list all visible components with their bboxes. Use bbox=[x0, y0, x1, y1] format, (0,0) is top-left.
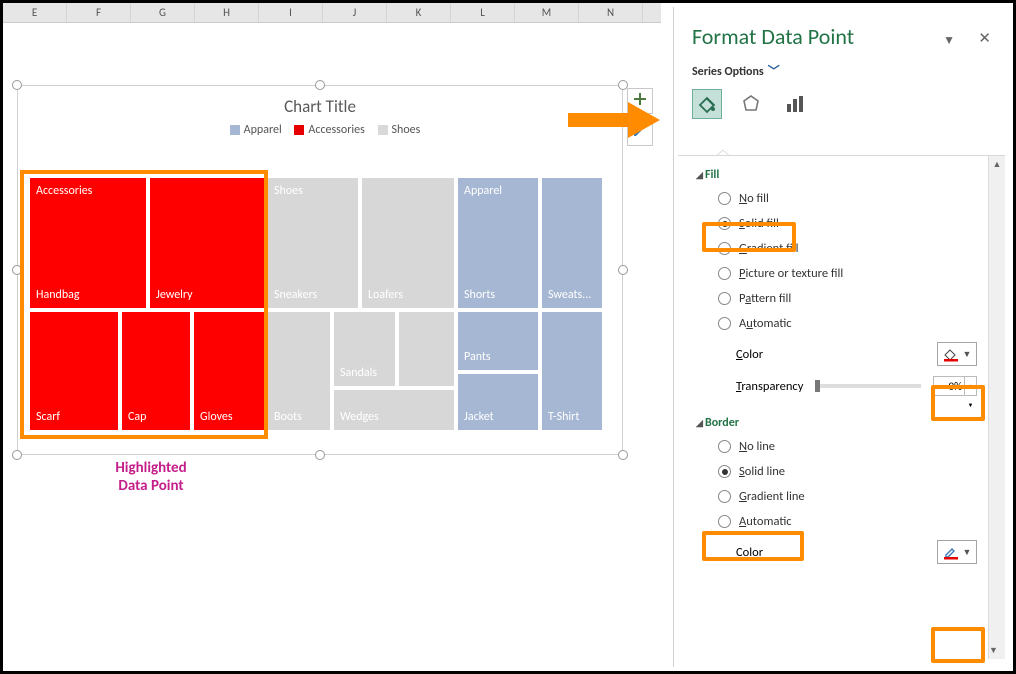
treemap-box-shoes-extra[interactable] bbox=[397, 310, 456, 388]
radio-no-fill[interactable]: No fill bbox=[696, 186, 987, 211]
treemap-item-label: Jacket bbox=[464, 410, 494, 424]
col-header[interactable]: H bbox=[195, 3, 259, 22]
resize-handle[interactable] bbox=[618, 265, 628, 275]
border-color-button[interactable]: ▼ bbox=[937, 540, 977, 564]
legend-label-accessories: Accessories bbox=[308, 123, 364, 137]
resize-handle[interactable] bbox=[12, 80, 22, 90]
radio-pattern-fill[interactable]: Pattern fill bbox=[696, 286, 987, 311]
column-header-row: E F G H I J K L M N bbox=[3, 3, 661, 23]
treemap-item-label: Sandals bbox=[340, 366, 377, 380]
treemap-box-tshirt[interactable]: T-Shirt bbox=[540, 310, 604, 432]
effects-icon[interactable] bbox=[736, 89, 766, 119]
col-header[interactable]: J bbox=[323, 3, 387, 22]
callout-arrow bbox=[568, 103, 668, 133]
col-header[interactable]: N bbox=[579, 3, 643, 22]
treemap-box-loafers[interactable]: Loafers bbox=[360, 176, 456, 310]
transparency-label: Transparency bbox=[736, 379, 803, 394]
chart-title[interactable]: Chart Title bbox=[18, 86, 622, 123]
highlight-accessories bbox=[20, 170, 268, 439]
treemap-item-label: Sneakers bbox=[274, 288, 317, 302]
resize-handle[interactable] bbox=[315, 450, 325, 460]
treemap-item-label: Pants bbox=[464, 350, 491, 364]
fill-color-button[interactable]: ▼ bbox=[937, 342, 977, 366]
col-header[interactable]: K bbox=[387, 3, 451, 22]
radio-gradient-line[interactable]: Gradient line bbox=[696, 484, 987, 509]
treemap-box-sneakers[interactable]: Shoes Sneakers bbox=[266, 176, 360, 310]
dropdown-caret-icon: ▼ bbox=[963, 547, 972, 558]
treemap-box-wedges[interactable]: Wedges bbox=[332, 388, 456, 432]
series-options-icon[interactable] bbox=[780, 89, 810, 119]
radio-picture-fill[interactable]: Picture or texture fill bbox=[696, 261, 987, 286]
treemap-box-sandals[interactable]: Sandals bbox=[332, 310, 397, 388]
radio-automatic-fill[interactable]: Automatic bbox=[696, 311, 987, 336]
section-fill[interactable]: Fill bbox=[696, 164, 987, 186]
section-border[interactable]: Border bbox=[696, 412, 987, 434]
treemap-item-label: T-Shirt bbox=[548, 410, 579, 424]
transparency-value[interactable]: 0%▲▼ bbox=[933, 376, 977, 396]
resize-handle[interactable] bbox=[315, 80, 325, 90]
resize-handle[interactable] bbox=[12, 450, 22, 460]
col-header[interactable]: M bbox=[515, 3, 579, 22]
radio-solid-fill[interactable]: Solid fill bbox=[696, 211, 987, 236]
col-header[interactable]: G bbox=[131, 3, 195, 22]
pane-close-icon[interactable]: ✕ bbox=[978, 29, 991, 48]
treemap-box-boots[interactable]: Boots bbox=[266, 310, 332, 432]
dropdown-caret-icon: ▼ bbox=[963, 349, 972, 360]
chart-legend[interactable]: Apparel Accessories Shoes bbox=[18, 123, 622, 147]
radio-automatic-line[interactable]: Automatic bbox=[696, 509, 987, 534]
annotation-highlighted: Highlighted Data Point bbox=[51, 459, 251, 495]
legend-swatch-apparel bbox=[230, 125, 240, 135]
border-color-label: Color bbox=[736, 545, 763, 560]
scroll-up-icon[interactable]: ▲ bbox=[989, 156, 1005, 173]
legend-label-apparel: Apparel bbox=[244, 123, 282, 137]
treemap-box-jacket[interactable]: Jacket bbox=[456, 372, 540, 432]
fill-and-line-icon[interactable] bbox=[692, 89, 722, 119]
radio-gradient-fill[interactable]: Gradient fill bbox=[696, 236, 987, 261]
treemap-category-label: Apparel bbox=[464, 184, 502, 198]
legend-label-shoes: Shoes bbox=[392, 123, 421, 137]
treemap-item-label: Shorts bbox=[464, 288, 495, 302]
radio-no-line[interactable]: No line bbox=[696, 434, 987, 459]
pane-options-menu[interactable]: ▼ bbox=[943, 33, 955, 48]
legend-swatch-shoes bbox=[378, 125, 388, 135]
pane-body: ▲ ▼ Fill No fill Solid fill Gradient fil… bbox=[678, 155, 1005, 659]
col-header[interactable]: F bbox=[67, 3, 131, 22]
fill-color-label: Color bbox=[736, 347, 763, 362]
col-header[interactable]: L bbox=[451, 3, 515, 22]
scroll-down-icon[interactable]: ▼ bbox=[989, 642, 998, 659]
treemap-item-label: Loafers bbox=[368, 288, 403, 302]
treemap-category-label: Shoes bbox=[274, 184, 303, 198]
treemap-box-pants[interactable]: Pants bbox=[456, 310, 540, 372]
col-header[interactable]: I bbox=[259, 3, 323, 22]
treemap-item-label: Sweats... bbox=[548, 288, 591, 302]
treemap-box-sweats[interactable]: Sweats... bbox=[540, 176, 604, 310]
treemap-item-label: Boots bbox=[274, 410, 302, 424]
col-header[interactable]: E bbox=[3, 3, 67, 22]
legend-swatch-accessories bbox=[294, 125, 304, 135]
treemap-item-label: Wedges bbox=[340, 410, 379, 424]
treemap-box-shorts[interactable]: Apparel Shorts bbox=[456, 176, 540, 310]
transparency-slider[interactable] bbox=[815, 384, 921, 388]
format-data-point-pane: Format Data Point ▼ ✕ Series Options﹀ ▲ … bbox=[673, 7, 1009, 667]
series-options-dropdown[interactable]: Series Options﹀ bbox=[674, 54, 1009, 89]
chevron-down-icon: ﹀ bbox=[768, 65, 780, 79]
radio-solid-line[interactable]: Solid line bbox=[696, 459, 987, 484]
resize-handle[interactable] bbox=[618, 450, 628, 460]
pane-title: Format Data Point bbox=[674, 7, 1009, 54]
vertical-scrollbar[interactable]: ▲ ▼ bbox=[988, 156, 1005, 659]
